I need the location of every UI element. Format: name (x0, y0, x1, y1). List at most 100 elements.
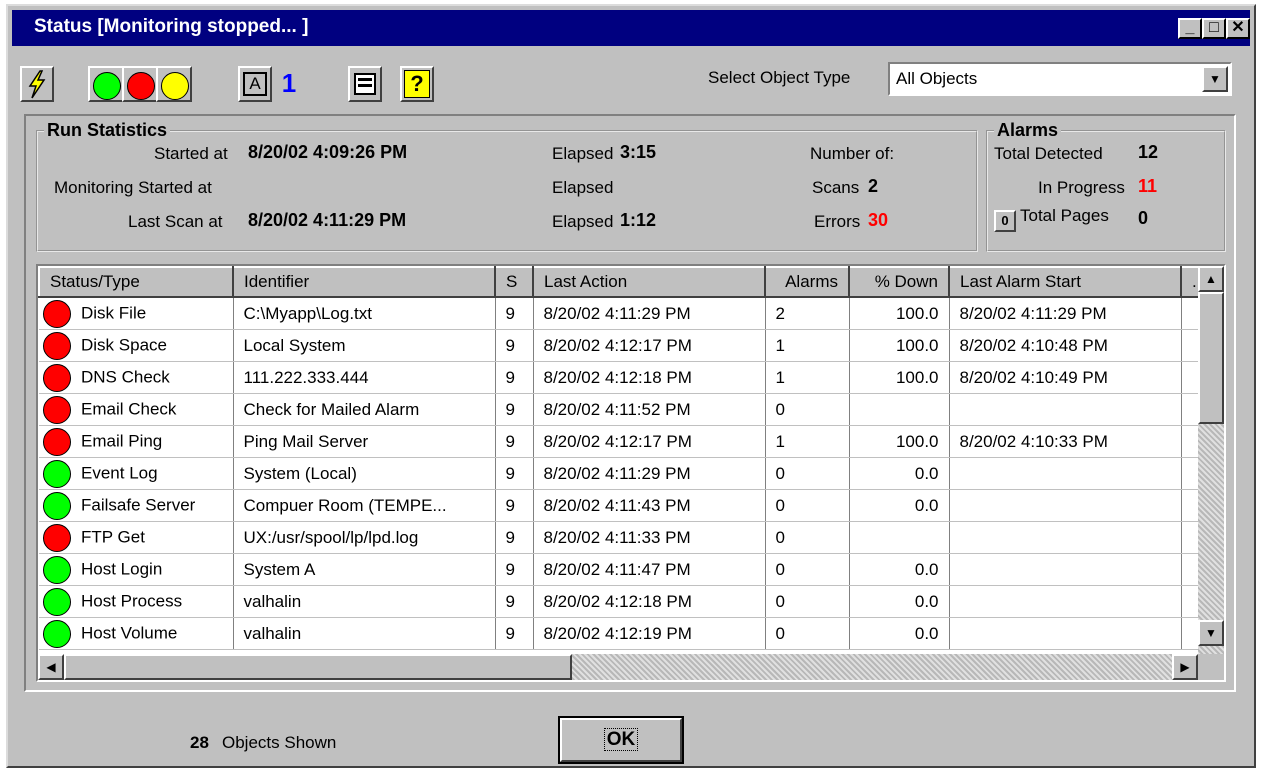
monitoring-started-label: Monitoring Started at (54, 178, 212, 197)
last-alarm-start-cell-text: 8/20/02 4:11:29 PM (959, 303, 1107, 323)
last-action-cell: 8/20/02 4:11:47 PM (533, 553, 766, 586)
table-row[interactable]: Email Ping Ping Mail Server 9 8/20/02 4:12:… (39, 425, 1200, 458)
alarms-cell-text: 0 (775, 495, 785, 515)
last-alarm-start-cell (949, 489, 1182, 522)
minimize-button[interactable]: _ (1178, 18, 1202, 39)
last-alarm-start-cell (949, 393, 1182, 426)
green-status-icon (43, 491, 71, 520)
last-alarm-start-cell-text: 8/20/02 4:10:48 PM (959, 335, 1108, 355)
percent-down-cell: 100.0 (849, 297, 950, 330)
identifier-cell: Check for Mailed Alarm (233, 393, 496, 426)
column-header-status-type[interactable]: Status/Type (38, 266, 234, 298)
elapsed-label-3: Elapsed (552, 212, 614, 231)
objects-shown-label: Objects Shown (222, 733, 337, 752)
column-header-alarms[interactable]: Alarms (764, 266, 850, 298)
last-action-cell: 8/20/02 4:11:52 PM (533, 393, 766, 426)
run-monitor-button[interactable] (20, 66, 54, 102)
pages-button-label: 0 (1001, 213, 1009, 228)
alarms-cell-text: 0 (775, 559, 785, 579)
column-header-percent-down[interactable]: % Down (848, 266, 950, 298)
scroll-right-button[interactable]: ▶ (1172, 654, 1198, 680)
table-row[interactable]: DNS Check 111.222.333.444 9 8/20/02 4:12:18… (39, 361, 1200, 394)
table-row[interactable]: Disk Space Local System 9 8/20/02 4:12:17 P… (39, 329, 1200, 362)
object-type-select[interactable]: All Objects ▼ (888, 62, 1232, 96)
table-row[interactable]: Email Check Check for Mailed Alarm 9 8/20/0… (39, 393, 1200, 426)
green-status-icon (43, 587, 71, 616)
green-status-icon (43, 459, 71, 488)
column-header-identifier[interactable]: Identifier (232, 266, 496, 298)
scrollbar-corner (1198, 654, 1224, 680)
column-header-last-action[interactable]: Last Action (532, 266, 766, 298)
show-ok-button[interactable] (88, 66, 124, 102)
pages-button[interactable]: 0 (994, 210, 1016, 232)
scroll-up-button[interactable]: ▲ (1198, 266, 1224, 292)
column-header-more[interactable]: . (1180, 266, 1200, 298)
help-button[interactable]: ? (400, 66, 434, 102)
filler-cell (1181, 425, 1200, 458)
table-row[interactable]: Host Login System A 9 8/20/02 4:11:47 PM 0 0.… (39, 553, 1200, 586)
vertical-scroll-thumb[interactable] (1198, 292, 1224, 424)
s-cell: 9 (495, 457, 534, 490)
s-cell-text: 9 (505, 623, 515, 643)
s-cell-text: 9 (505, 527, 515, 547)
green-status-icon (43, 619, 71, 648)
keyboard-button[interactable] (348, 66, 382, 102)
alarms-cell: 1 (765, 361, 850, 394)
table-row[interactable]: Failsafe Server Compuer Room (TEMPE... 9 8/… (39, 489, 1200, 522)
scans-value: 2 (868, 176, 879, 196)
run-statistics-title: Run Statistics (44, 120, 171, 141)
filler-cell (1181, 521, 1200, 554)
s-cell-text: 9 (505, 367, 515, 387)
identifier-cell: UX:/usr/spool/lp/lpd.log (233, 521, 496, 554)
horizontal-scroll-thumb[interactable] (64, 654, 572, 680)
maximize-button[interactable]: □ (1202, 18, 1226, 39)
table-row[interactable]: Event Log System (Local) 9 8/20/02 4:11:29 … (39, 457, 1200, 490)
percent-down-cell-text: 0.0 (914, 495, 939, 515)
dropdown-button[interactable]: ▼ (1202, 66, 1228, 92)
red-status-icon (43, 427, 71, 456)
scroll-left-button[interactable]: ◀ (38, 654, 64, 680)
column-header-last-alarm-start[interactable]: Last Alarm Start (948, 266, 1182, 298)
last-action-cell-text: 8/20/02 4:11:43 PM (543, 495, 691, 515)
last-alarm-start-cell (949, 585, 1182, 618)
s-cell: 9 (495, 585, 534, 618)
alarms-cell: 1 (765, 329, 850, 362)
last-action-cell-text: 8/20/02 4:12:17 PM (543, 335, 692, 355)
filler-cell (1181, 585, 1200, 618)
horizontal-scrollbar[interactable]: ◀ ▶ (38, 654, 1198, 680)
table-row[interactable]: Host Process valhalin 9 8/20/02 4:12:18 PM 0… (39, 585, 1200, 618)
s-cell-text: 9 (505, 495, 515, 515)
percent-down-cell: 0.0 (849, 553, 950, 586)
table-row[interactable]: Disk File C:\Myapp\Log.txt 9 8/20/02 4:11:2… (39, 297, 1200, 330)
help-icon: ? (404, 70, 430, 98)
last-action-cell-text: 8/20/02 4:12:17 PM (543, 431, 692, 451)
s-cell: 9 (495, 489, 534, 522)
show-warning-button[interactable] (156, 66, 192, 102)
column-header-s[interactable]: S (494, 266, 534, 298)
last-alarm-start-cell: 8/20/02 4:10:48 PM (949, 329, 1182, 362)
last-alarm-start-cell-text: 8/20/02 4:10:33 PM (959, 431, 1108, 451)
type-cell: DNS Check (39, 361, 234, 394)
sort-alpha-button[interactable]: A (238, 66, 272, 102)
vertical-scrollbar[interactable]: ▲ ▼ (1198, 266, 1224, 654)
percent-down-cell-text: 100.0 (895, 367, 939, 387)
table-row[interactable]: FTP Get UX:/usr/spool/lp/lpd.log 9 8/20/02 … (39, 521, 1200, 554)
percent-down-cell: 100.0 (849, 361, 950, 394)
last-action-cell-text: 8/20/02 4:11:29 PM (543, 463, 691, 483)
title-bar[interactable]: Status [Monitoring stopped... ] _ □ ✕ (12, 10, 1250, 46)
sort-numeric-button[interactable]: 1 (274, 66, 304, 102)
ok-button[interactable]: OK (558, 716, 684, 764)
identifier-cell-text: Compuer Room (TEMPE... (243, 495, 447, 515)
identifier-cell: Ping Mail Server (233, 425, 496, 458)
identifier-cell: valhalin (233, 585, 496, 618)
identifier-cell-text: System (Local) (243, 463, 357, 483)
show-alarm-button[interactable] (122, 66, 158, 102)
last-scan-label: Last Scan at (128, 212, 223, 231)
in-progress-label: In Progress (1038, 178, 1125, 197)
close-button[interactable]: ✕ (1226, 18, 1250, 39)
last-alarm-start-cell (949, 553, 1182, 586)
table-row[interactable]: Host Volume valhalin 9 8/20/02 4:12:19 PM 0 0… (39, 617, 1200, 650)
red-status-icon (43, 363, 71, 392)
scroll-down-button[interactable]: ▼ (1198, 620, 1224, 646)
alarms-cell: 0 (765, 521, 850, 554)
